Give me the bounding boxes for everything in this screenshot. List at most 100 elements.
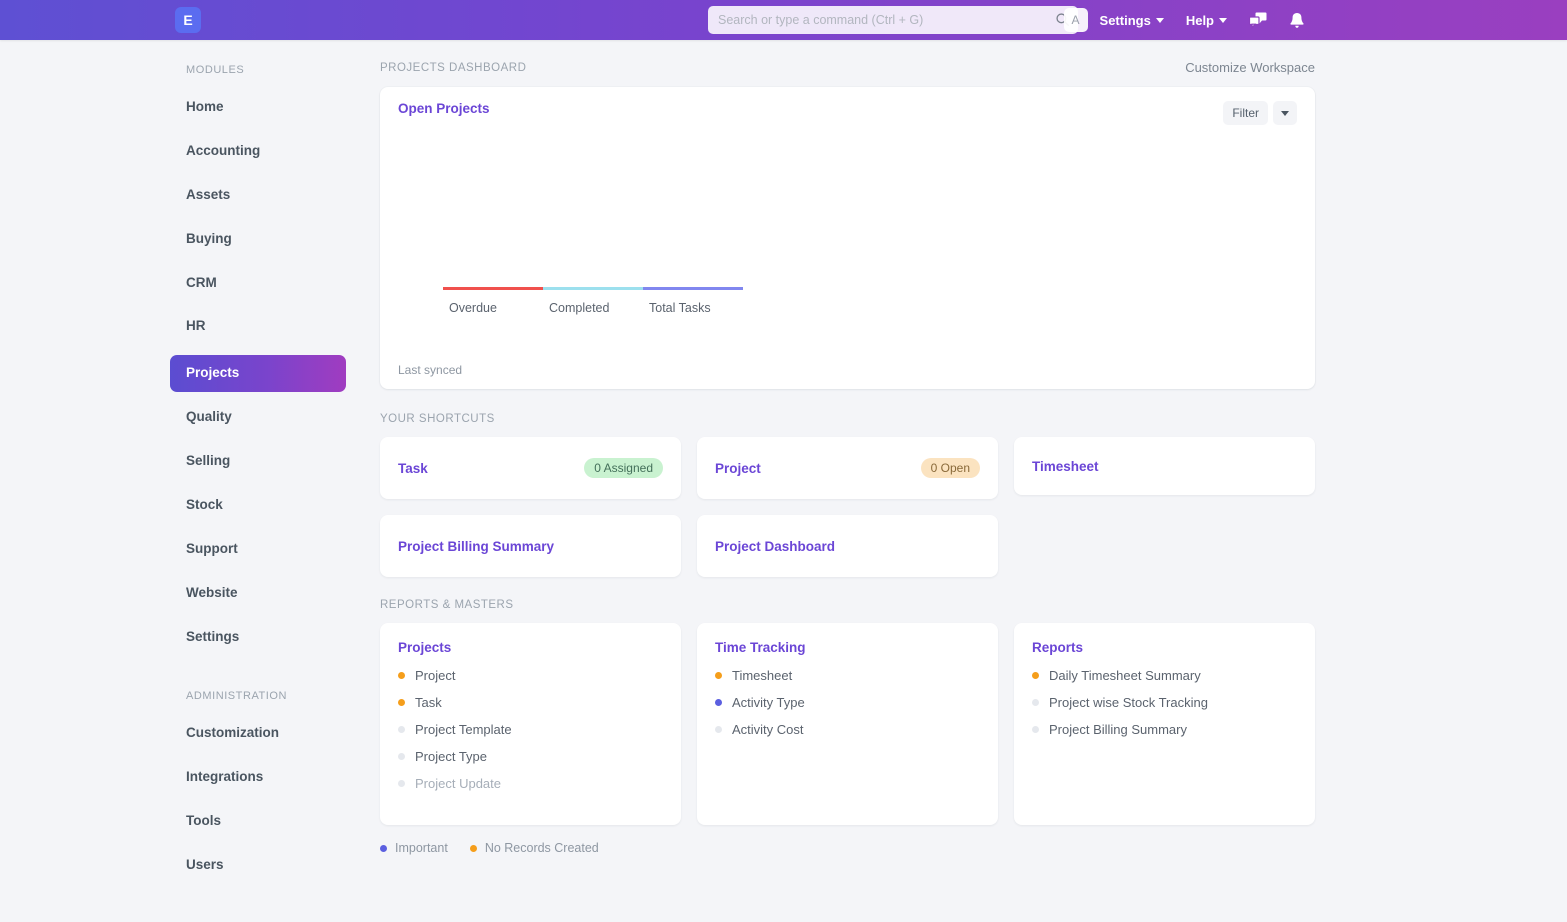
status-dot-icon [398,699,405,706]
status-badge: 0 Assigned [584,458,663,478]
shortcut-label: Timesheet [1032,458,1099,474]
chart-actions: Filter [1223,101,1297,125]
status-dot-icon [715,699,722,706]
sidebar-item-website[interactable]: Website [170,578,345,609]
status-dot-icon [715,672,722,679]
shortcut-label: Task [398,460,428,476]
reports-section-label: REPORTS & MASTERS [380,599,514,611]
legend-entry-important: Important [380,841,448,855]
list-item-label: Project [415,668,456,683]
sidebar-item-projects[interactable]: Projects [170,355,346,393]
last-synced-text: Last synced [398,363,463,377]
legend-entry-no-records-created: No Records Created [469,841,599,855]
sidebar-item-crm[interactable]: CRM [170,268,345,299]
shortcuts-grid: Task 0 Assigned Project 0 Open Timesheet Proj… [380,437,1315,577]
sidebar-item-hr[interactable]: HR [170,311,345,342]
sidebar-administration-heading: ADMINISTRATION [186,690,287,703]
sidebar-item-support[interactable]: Support [170,534,345,565]
sidebar-administration-list: Customization Integrations Tools Users [186,718,345,881]
reports-card-title: Projects [398,640,452,655]
sidebar-item-customization[interactable]: Customization [170,718,345,749]
chart-bar-total-tasks: Total Tasks [643,287,743,315]
status-dot-icon [398,780,405,787]
settings-menu-label: Settings [1099,12,1151,28]
chat-icon[interactable] [1249,12,1267,29]
top-navbar: E A Settings Help [0,0,1567,40]
shortcut-card-project-billing-summary[interactable]: Project Billing Summary [380,515,681,577]
list-item-label: Project Billing Summary [1049,722,1187,737]
list-item-label: Project wise Stock Tracking [1049,695,1208,710]
settings-menu[interactable]: Settings [1100,13,1164,28]
reports-card-projects: Projects Project Task Project Template Proje… [380,623,681,825]
sidebar: MODULES Home Accounting Assets Buying CRM HR P… [0,40,375,922]
chart-title: Open Projects [398,101,490,116]
list-item[interactable]: Project Billing Summary [1032,722,1297,737]
sidebar-modules-heading: MODULES [186,64,245,76]
chart-plot-area: Overdue Completed Total Tasks [398,125,1297,357]
chart-tick-label: Completed [549,301,610,315]
reports-masters-grid: Projects Project Task Project Template Proje… [380,623,1315,825]
sidebar-item-selling[interactable]: Selling [170,446,345,477]
list-item[interactable]: Daily Timesheet Summary [1032,668,1297,683]
list-item[interactable]: Activity Cost [715,722,980,737]
help-menu[interactable]: Help [1186,13,1227,28]
sidebar-item-settings[interactable]: Settings [170,622,345,653]
reports-card-reports: Reports Daily Timesheet Summary Project wi… [1014,623,1315,825]
sidebar-item-quality[interactable]: Quality [170,402,345,433]
navbar-right-group: A Settings Help [1063,0,1327,40]
legend-dot-icon [380,844,387,852]
sidebar-item-users[interactable]: Users [170,850,345,881]
list-item[interactable]: Project wise Stock Tracking [1032,695,1297,710]
sidebar-item-assets[interactable]: Assets [170,180,345,211]
main-content: PROJECTS DASHBOARD Customize Workspace O… [375,40,1567,922]
list-item[interactable]: Timesheet [715,668,980,683]
list-item[interactable]: Task [398,695,663,710]
page-body: MODULES Home Accounting Assets Buying CRM HR P… [0,40,1567,922]
list-item-label: Project Type [415,749,488,764]
status-dot-icon [1032,672,1039,679]
shortcut-card-task[interactable]: Task 0 Assigned [380,437,681,499]
search-input[interactable] [708,6,1078,34]
list-item[interactable]: Project Update [398,776,663,791]
dashboard-header: PROJECTS DASHBOARD Customize Workspace [380,60,1315,75]
list-item[interactable]: Project Type [398,749,663,764]
reports-card-time-tracking: Time Tracking Timesheet Activity Type Activ… [697,623,998,825]
chart-header: Open Projects Filter [398,101,1297,125]
list-item-label: Daily Timesheet Summary [1049,668,1201,683]
shortcut-card-project[interactable]: Project 0 Open [697,437,998,499]
list-item-label: Activity Type [732,695,805,710]
legend-label: Important [395,841,448,855]
sidebar-item-buying[interactable]: Buying [170,224,345,255]
app-logo[interactable]: E [175,7,201,33]
status-dot-icon [398,753,405,760]
chart-bar-fill [643,287,743,290]
legend-dot-icon [469,844,477,852]
sidebar-item-stock[interactable]: Stock [170,490,345,521]
list-item[interactable]: Activity Type [715,695,980,710]
sidebar-item-accounting[interactable]: Accounting [170,136,345,167]
filter-button[interactable]: Filter [1223,101,1268,125]
help-menu-label: Help [1185,12,1214,28]
list-item-label: Timesheet [732,668,793,683]
sidebar-item-tools[interactable]: Tools [170,806,345,837]
status-dot-icon [715,726,722,733]
chart-bar-fill [543,287,643,290]
chevron-down-icon [1281,110,1289,116]
chart-bar-fill [443,287,543,290]
open-projects-chart-card: Open Projects Filter Overdue Completed Tot… [380,87,1315,389]
shortcut-label: Project Billing Summary [398,538,555,554]
shortcut-card-project-dashboard[interactable]: Project Dashboard [697,515,998,577]
bell-icon[interactable] [1289,12,1305,29]
list-item[interactable]: Project [398,668,663,683]
chevron-down-icon [1219,17,1227,23]
avatar[interactable]: A [1063,8,1088,32]
shortcut-card-timesheet[interactable]: Timesheet [1014,437,1315,495]
legend-label: No Records Created [484,841,599,855]
customize-workspace-link[interactable]: Customize Workspace [1185,60,1315,75]
status-legend: Important No Records Created [380,841,1315,855]
sidebar-item-integrations[interactable]: Integrations [170,762,345,793]
shortcuts-section-label: YOUR SHORTCUTS [380,413,495,425]
sidebar-item-home[interactable]: Home [170,92,345,123]
chart-options-button[interactable] [1273,101,1297,125]
list-item[interactable]: Project Template [398,722,663,737]
